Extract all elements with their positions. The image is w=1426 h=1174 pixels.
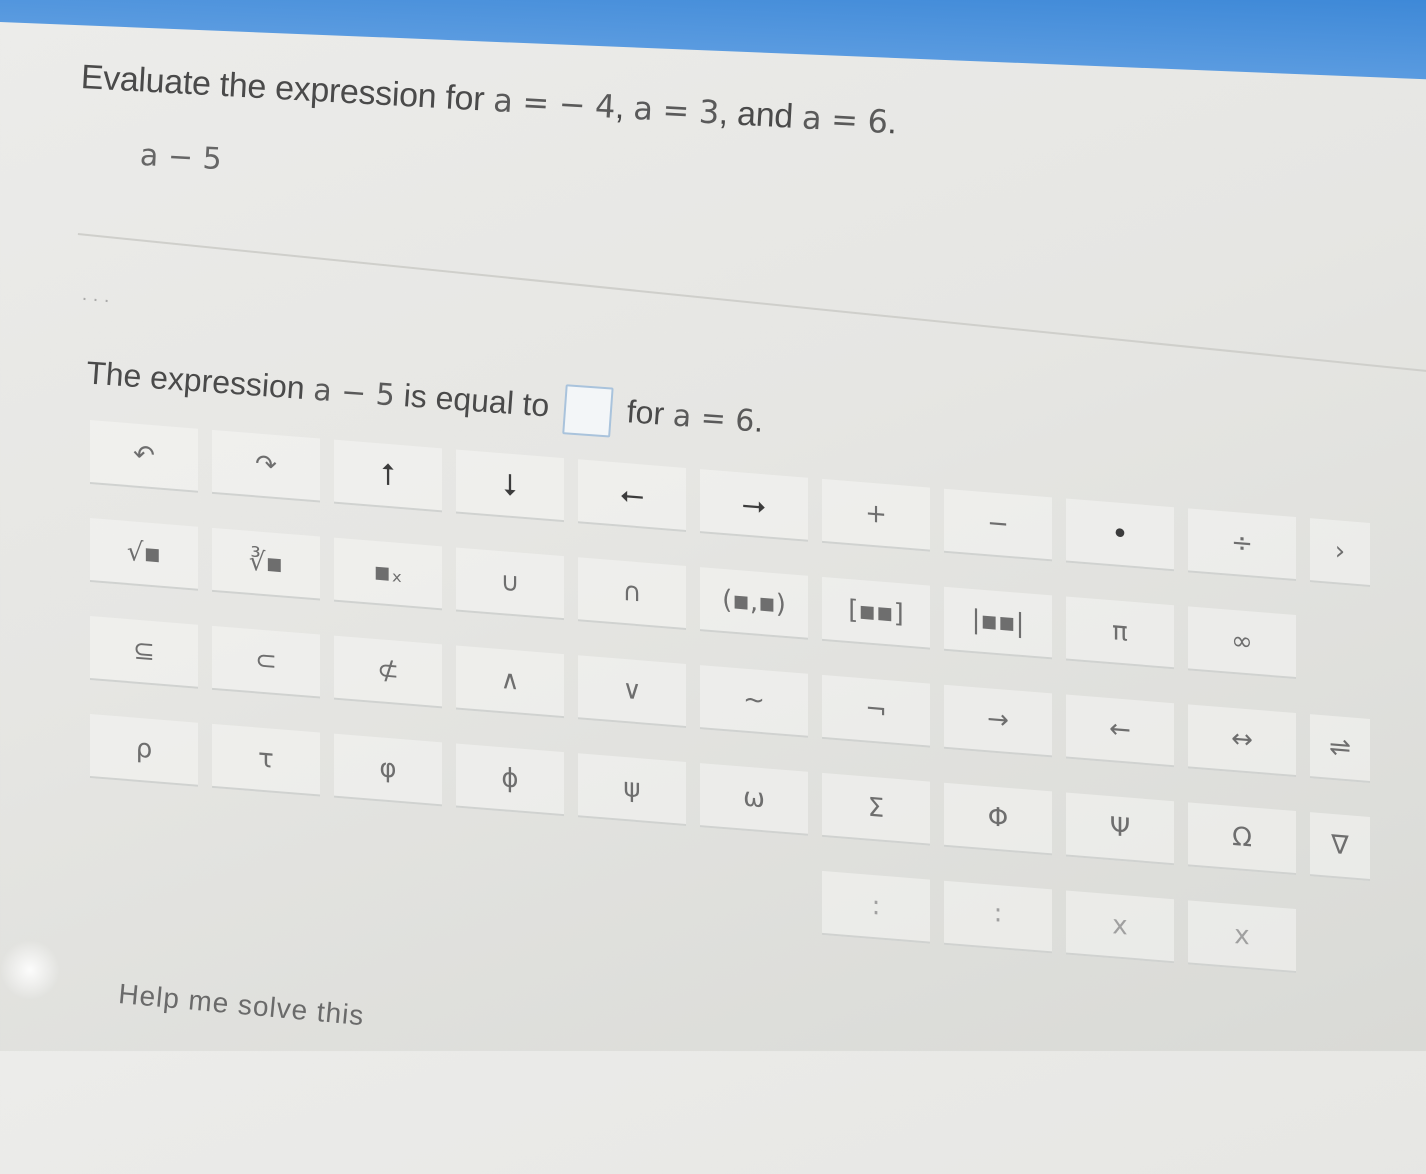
redo-key[interactable]: ↷ xyxy=(212,429,320,503)
phi-variant-key[interactable]: ϕ xyxy=(456,743,564,817)
subset-eq-key[interactable]: ⊆ xyxy=(90,616,198,689)
pi-key[interactable]: π xyxy=(1066,596,1174,670)
subscript-key[interactable]: ▪ₓ xyxy=(334,537,442,611)
tau-key[interactable]: τ xyxy=(212,723,320,797)
union-key[interactable]: ∪ xyxy=(456,547,564,621)
capital-omega-key[interactable]: Ω xyxy=(1188,802,1296,876)
sigma-key[interactable]: Σ xyxy=(822,772,930,846)
biconditional-key[interactable]: ↔ xyxy=(1188,704,1296,778)
question-page: Evaluate the expression for a = − 4, a =… xyxy=(0,0,1426,1051)
answer-middle: is equal to xyxy=(393,376,560,425)
plus-key[interactable]: + xyxy=(822,478,930,552)
section-divider xyxy=(77,233,1426,373)
value-3: a = 6 xyxy=(801,98,889,142)
value-1: a = − 4 xyxy=(492,81,617,126)
more-dots[interactable]: . . . xyxy=(81,283,111,308)
x-key[interactable]: x xyxy=(1188,900,1296,974)
right-arrow-key[interactable]: → xyxy=(944,684,1052,758)
arrow-down-key[interactable]: ⭣ xyxy=(456,449,564,523)
divide-key[interactable]: ÷ xyxy=(1188,508,1296,582)
expression: a − 5 xyxy=(139,137,223,178)
dot-key[interactable]: • xyxy=(1066,498,1174,572)
value-2: a = 3 xyxy=(632,88,721,132)
phi-key[interactable]: φ xyxy=(334,733,442,807)
and-key[interactable]: ∧ xyxy=(456,645,564,719)
arrow-right-key[interactable]: ⭢ xyxy=(700,469,808,542)
determinant-key[interactable]: |▪▪| xyxy=(944,586,1052,660)
problem-statement: Evaluate the expression for a = − 4, a =… xyxy=(80,58,981,147)
arrow-left-key[interactable]: ⭠ xyxy=(578,459,686,532)
not-key[interactable]: ¬ xyxy=(822,674,930,748)
capital-psi-key[interactable]: Ψ xyxy=(1066,792,1174,866)
tilde-key[interactable]: ~ xyxy=(700,665,808,738)
capital-phi-key[interactable]: Φ xyxy=(944,782,1052,856)
separator-2: , and xyxy=(717,93,804,137)
minus-key[interactable]: − xyxy=(944,488,1052,562)
answer-suffix: for xyxy=(616,392,675,433)
screen-glare xyxy=(0,940,60,1000)
not-subset-key[interactable]: ⊄ xyxy=(334,635,442,709)
matrix-key[interactable]: [▪▪] xyxy=(822,576,930,650)
answer-end: . xyxy=(753,402,765,439)
x-key[interactable]: x xyxy=(1066,890,1174,964)
infinity-key[interactable]: ∞ xyxy=(1188,606,1296,680)
omega-key[interactable]: ω xyxy=(700,763,808,836)
problem-prompt: Evaluate the expression for xyxy=(79,58,495,119)
edge-key[interactable]: ⇌ xyxy=(1310,714,1370,783)
math-keypad: ↶ ↷ ⭡ ⭣ ⭠ ⭢ + − • ÷ √▪ ∛▪ ▪ₓ ∪ ∩ (▪,▪) [▪▪] |▪▪| π ∞ ⊆ ⊂ ⊄ ∧ ∨ ~ ¬… xyxy=(90,420,1426,1174)
or-key[interactable]: ∨ xyxy=(578,655,686,728)
ordered-pair-key[interactable]: (▪,▪) xyxy=(700,567,808,640)
undo-key[interactable]: ↶ xyxy=(90,420,198,493)
answer-input[interactable] xyxy=(562,384,614,438)
nabla-key[interactable]: ∇ xyxy=(1310,812,1370,881)
cbrt-key[interactable]: ∛▪ xyxy=(212,527,320,601)
colon-key[interactable]: : xyxy=(822,870,930,944)
answer-prefix: The expression xyxy=(85,354,315,407)
left-arrow-key[interactable]: ← xyxy=(1066,694,1174,768)
psi-key[interactable]: ψ xyxy=(578,753,686,826)
edge-key[interactable]: › xyxy=(1310,518,1370,587)
ratio-key[interactable]: ∶ xyxy=(944,880,1052,954)
rho-key[interactable]: ρ xyxy=(90,714,198,787)
intersection-key[interactable]: ∩ xyxy=(578,557,686,630)
sqrt-key[interactable]: √▪ xyxy=(90,518,198,591)
answer-expression: a − 5 xyxy=(312,372,397,414)
subset-key[interactable]: ⊂ xyxy=(212,625,320,699)
problem-end: . xyxy=(886,103,898,142)
answer-condition: a = 6 xyxy=(671,398,756,440)
arrow-up-key[interactable]: ⭡ xyxy=(334,439,442,513)
